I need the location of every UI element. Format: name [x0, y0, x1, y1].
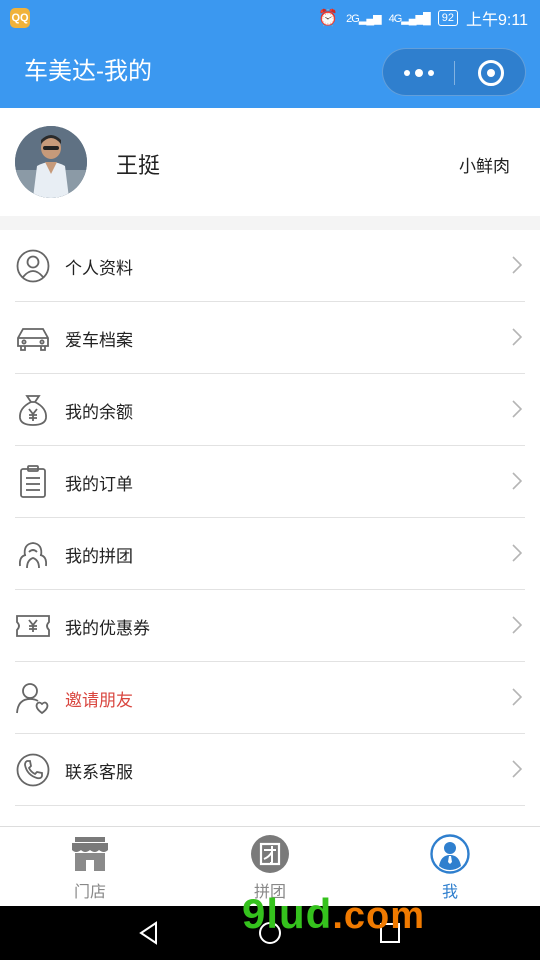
tab-label: 门店	[73, 884, 106, 901]
signal-icon-4g: 4G▂▄▆█	[388, 12, 431, 25]
money-bag-icon	[19, 395, 47, 426]
watermark-main: 9lud	[242, 890, 333, 937]
menu-item-group-buy[interactable]: 我的拼团	[0, 518, 540, 590]
menu-item-customer-service[interactable]: 联系客服	[0, 734, 540, 806]
menu-item-label: 我的订单	[65, 475, 133, 494]
menu-item-label: 我的拼团	[65, 547, 133, 566]
menu-item-invite-friends[interactable]: 邀请朋友	[0, 662, 540, 734]
user-icon	[16, 249, 50, 283]
profile-icon	[430, 834, 470, 874]
store-icon	[72, 837, 108, 871]
menu-item-car-archive[interactable]: 爱车档案	[0, 302, 540, 374]
group-buy-icon	[251, 835, 289, 873]
menu-item-label: 爱车档案	[65, 331, 133, 350]
phone-icon	[16, 753, 50, 787]
coupon-icon	[16, 615, 50, 637]
title-bar: 车美达-我的	[0, 36, 540, 108]
chevron-right-icon	[512, 400, 522, 418]
mini-program-capsule	[382, 48, 526, 96]
target-icon	[477, 60, 504, 86]
menu-item-label: 我的余额	[65, 403, 133, 422]
clipboard-icon	[20, 465, 46, 498]
menu-item-coupons[interactable]: 我的优惠券	[0, 590, 540, 662]
user-tag: 小鲜肉	[459, 157, 510, 176]
chevron-right-icon	[512, 472, 522, 490]
menu-item-label: 联系客服	[65, 763, 133, 782]
chevron-right-icon	[512, 328, 522, 346]
menu-item-balance[interactable]: 我的余额	[0, 374, 540, 446]
menu-item-orders[interactable]: 我的订单	[0, 446, 540, 518]
profile-header[interactable]: 王挺 小鲜肉	[0, 108, 540, 216]
tab-store[interactable]: 门店	[0, 827, 180, 907]
menu-item-label: 邀请朋友	[65, 691, 133, 710]
close-mini-program-button[interactable]	[455, 49, 526, 97]
user-name: 王挺	[116, 153, 161, 178]
alarm-icon: ⏰	[318, 10, 339, 27]
signal-icon-2g: 2G▂▄▆	[346, 12, 381, 25]
chevron-right-icon	[512, 688, 522, 706]
invite-friend-icon	[16, 683, 49, 715]
car-icon	[17, 328, 49, 351]
battery-icon: 92	[437, 10, 459, 26]
status-bar: QQ ⏰ 2G▂▄▆ 4G▂▄▆█ 92 上午9:11	[0, 0, 540, 36]
back-icon[interactable]	[136, 920, 162, 946]
menu-item-profile[interactable]: 个人资料	[0, 230, 540, 302]
clock: 上午9:11	[466, 12, 528, 29]
chevron-right-icon	[512, 616, 522, 634]
chevron-right-icon	[512, 760, 522, 778]
menu-item-label: 个人资料	[65, 259, 133, 278]
avatar[interactable]	[15, 126, 87, 198]
menu-list: 个人资料 爱车档案 我的余额 我的订单 我的拼团 我的优惠券 邀请朋友 联系客服	[0, 230, 540, 826]
watermark: 9lud.com	[242, 890, 425, 938]
menu-item-label: 我的优惠券	[65, 619, 150, 638]
app-notification-icon: QQ	[10, 8, 30, 28]
more-options-button[interactable]	[383, 49, 454, 97]
group-icon	[18, 542, 48, 569]
chevron-right-icon	[512, 544, 522, 562]
watermark-domain: .com	[332, 895, 426, 937]
chevron-right-icon	[512, 256, 522, 274]
page-title: 车美达-我的	[24, 58, 152, 85]
